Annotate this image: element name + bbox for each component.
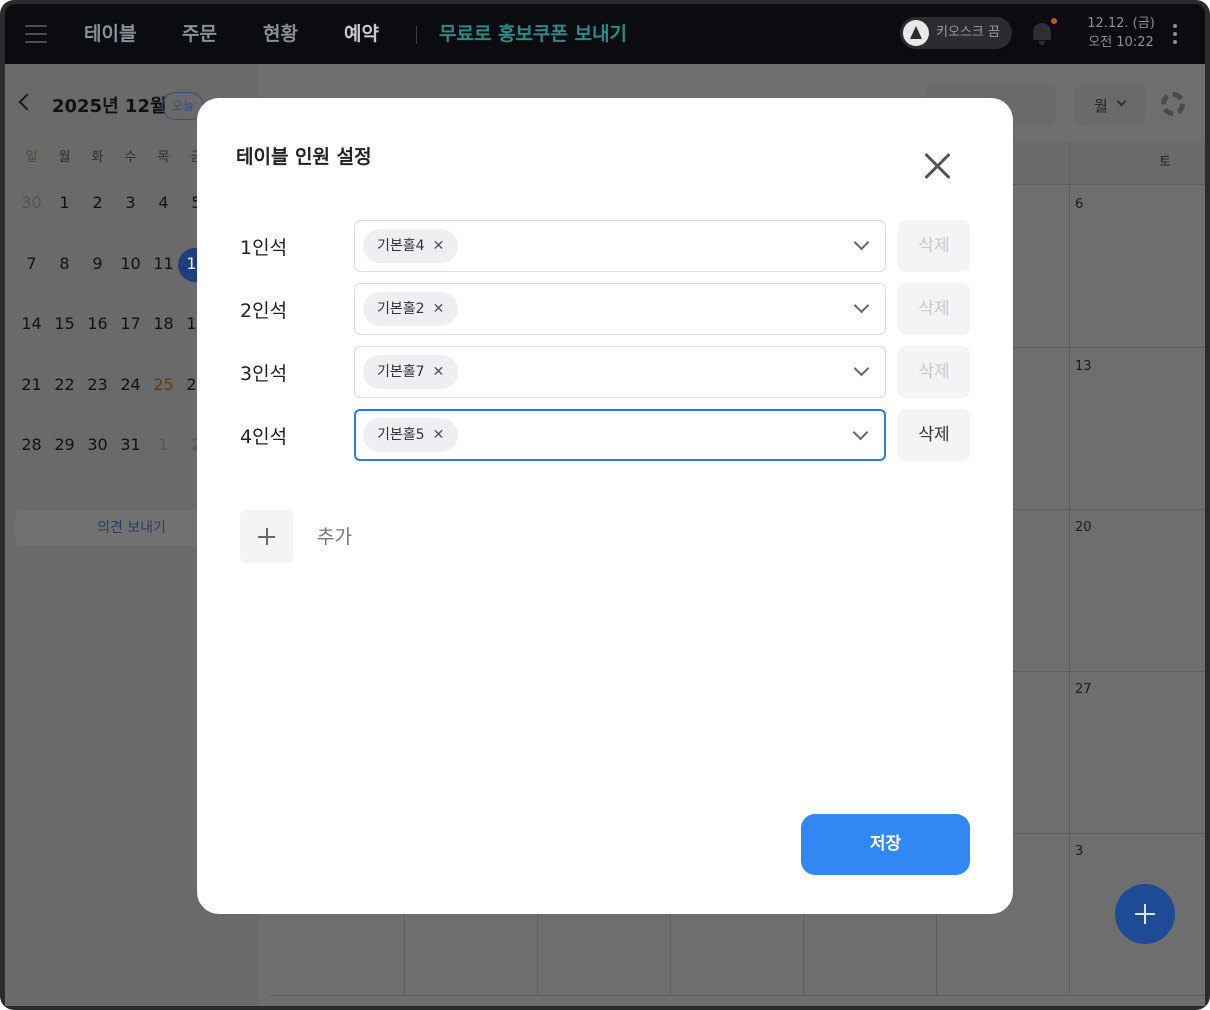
nav-divider [416, 26, 417, 44]
delete-row-button[interactable]: 삭제 [898, 346, 970, 398]
nav-tab-table[interactable]: 테이블 [84, 4, 136, 64]
top-bar: 테이블 주문 현황 예약 무료로 홍보쿠폰 보내기 키오스크 끔 12.12. … [5, 4, 1205, 64]
table-chip: 기본홀2 ✕ [363, 292, 459, 326]
clock: 12.12. (금) 오전 10:22 [1081, 14, 1161, 52]
table-chip: 기본홀4 ✕ [363, 229, 459, 263]
kiosk-label: 키오스크 끔 [936, 25, 1000, 40]
modal-title: 테이블 인원 설정 [236, 146, 372, 168]
delete-row-button[interactable]: 삭제 [898, 220, 970, 272]
calendar-day[interactable]: 7 [15, 254, 48, 273]
calendar-day[interactable]: 30 [81, 435, 114, 454]
chip-remove-icon[interactable]: ✕ [433, 292, 445, 326]
save-button[interactable]: 저장 [801, 814, 970, 875]
seat-row-label: 2인석 [240, 300, 288, 322]
table-select-focused[interactable]: 기본홀5 ✕ [354, 409, 886, 461]
weekday-label: 수 [124, 150, 137, 165]
chevron-down-icon [852, 424, 869, 441]
hamburger-menu-icon[interactable] [25, 25, 47, 43]
table-capacity-modal: 테이블 인원 설정 1인석 기본홀4 ✕ 삭제 2인석 기본홀2 ✕ 삭제 3인석 … [197, 98, 1013, 914]
prev-month-chevron-icon[interactable] [18, 93, 36, 111]
kiosk-toggle[interactable]: 키오스크 끔 [900, 17, 1012, 49]
chevron-down-icon [1116, 96, 1127, 107]
weekday-label: 일 [25, 150, 38, 165]
app-frame: 테이블 주문 현황 예약 무료로 홍보쿠폰 보내기 키오스크 끔 12.12. … [0, 0, 1210, 1010]
grid-line [270, 995, 1205, 996]
table-chip-label: 기본홀5 [377, 427, 425, 443]
table-chip: 기본홀5 ✕ [363, 418, 459, 452]
calendar-day[interactable]: 1 [48, 193, 81, 212]
notification-badge [1051, 18, 1057, 24]
chip-remove-icon[interactable]: ✕ [433, 229, 445, 263]
calendar-day[interactable]: 24 [114, 375, 147, 394]
calendar-day[interactable]: 22 [48, 375, 81, 394]
calendar-day[interactable]: 30 [15, 193, 48, 212]
chevron-down-icon [853, 360, 870, 377]
calendar-day[interactable]: 8 [48, 254, 81, 273]
view-mode-label: 월 [1094, 97, 1108, 115]
calendar-day[interactable]: 29 [48, 435, 81, 454]
view-mode-dropdown[interactable]: 월 [1074, 84, 1146, 126]
kiosk-icon [903, 20, 929, 46]
table-chip-label: 기본홀2 [377, 301, 425, 317]
chevron-down-icon [853, 297, 870, 314]
calendar-day[interactable]: 25 [147, 375, 180, 394]
weekday-label: 목 [157, 150, 170, 165]
calendar-day[interactable]: 9 [81, 254, 114, 273]
chip-remove-icon[interactable]: ✕ [433, 418, 445, 452]
seat-row-label: 4인석 [240, 426, 288, 448]
nav-tab-status[interactable]: 현황 [263, 4, 298, 64]
grid-line [1069, 142, 1070, 995]
calendar-day[interactable]: 3 [114, 193, 147, 212]
delete-row-button[interactable]: 삭제 [898, 409, 970, 461]
clock-date: 12.12. (금) [1087, 16, 1155, 31]
calendar-day[interactable]: 10 [114, 254, 147, 273]
chevron-down-icon [853, 234, 870, 251]
weekday-label: 월 [58, 150, 71, 165]
calendar-day[interactable]: 16 [81, 314, 114, 333]
calendar-day[interactable]: 23 [81, 375, 114, 394]
delete-row-button[interactable]: 삭제 [898, 283, 970, 335]
add-row-label[interactable]: 추가 [317, 522, 352, 549]
weekday-label: 화 [91, 150, 104, 165]
calendar-day[interactable]: 18 [147, 314, 180, 333]
add-reservation-fab[interactable] [1115, 884, 1175, 944]
calendar-cell-day[interactable]: 27 [1075, 682, 1092, 697]
table-chip-label: 기본홀7 [377, 364, 425, 380]
seat-row-label: 3인석 [240, 363, 288, 385]
gear-icon[interactable] [1161, 92, 1185, 116]
table-select[interactable]: 기본홀4 ✕ [354, 220, 886, 272]
calendar-day[interactable]: 21 [15, 375, 48, 394]
chip-remove-icon[interactable]: ✕ [433, 355, 445, 389]
calendar-day[interactable]: 17 [114, 314, 147, 333]
calendar-day[interactable]: 2 [81, 193, 114, 212]
nav-tab-reservation[interactable]: 예약 [344, 4, 379, 64]
saturday-header: 토 [1159, 155, 1171, 170]
calendar-day[interactable]: 1 [147, 435, 180, 454]
calendar-cell-day[interactable]: 20 [1075, 520, 1092, 535]
calendar-day[interactable]: 14 [15, 314, 48, 333]
calendar-day[interactable]: 31 [114, 435, 147, 454]
calendar-day[interactable]: 28 [15, 435, 48, 454]
month-title: 2025년 12월 [52, 96, 167, 117]
calendar-day[interactable]: 15 [48, 314, 81, 333]
calendar-cell-day[interactable]: 3 [1075, 844, 1083, 859]
calendar-day[interactable]: 4 [147, 193, 180, 212]
promo-coupon-link[interactable]: 무료로 홍보쿠폰 보내기 [439, 4, 627, 64]
table-select[interactable]: 기본홀7 ✕ [354, 346, 886, 398]
seat-row-label: 1인석 [240, 237, 288, 259]
calendar-cell-day[interactable]: 13 [1075, 359, 1092, 374]
table-chip-label: 기본홀4 [377, 238, 425, 254]
calendar-cell-day[interactable]: 6 [1075, 197, 1083, 212]
clock-time: 오전 10:22 [1088, 35, 1154, 50]
add-row-button[interactable] [240, 510, 293, 563]
table-chip: 기본홀7 ✕ [363, 355, 459, 389]
more-vertical-icon[interactable] [1173, 24, 1179, 48]
calendar-day[interactable]: 11 [147, 254, 180, 273]
table-select[interactable]: 기본홀2 ✕ [354, 283, 886, 335]
nav-tab-order[interactable]: 주문 [182, 4, 217, 64]
close-icon[interactable] [919, 148, 955, 184]
bell-icon[interactable] [1031, 18, 1057, 45]
